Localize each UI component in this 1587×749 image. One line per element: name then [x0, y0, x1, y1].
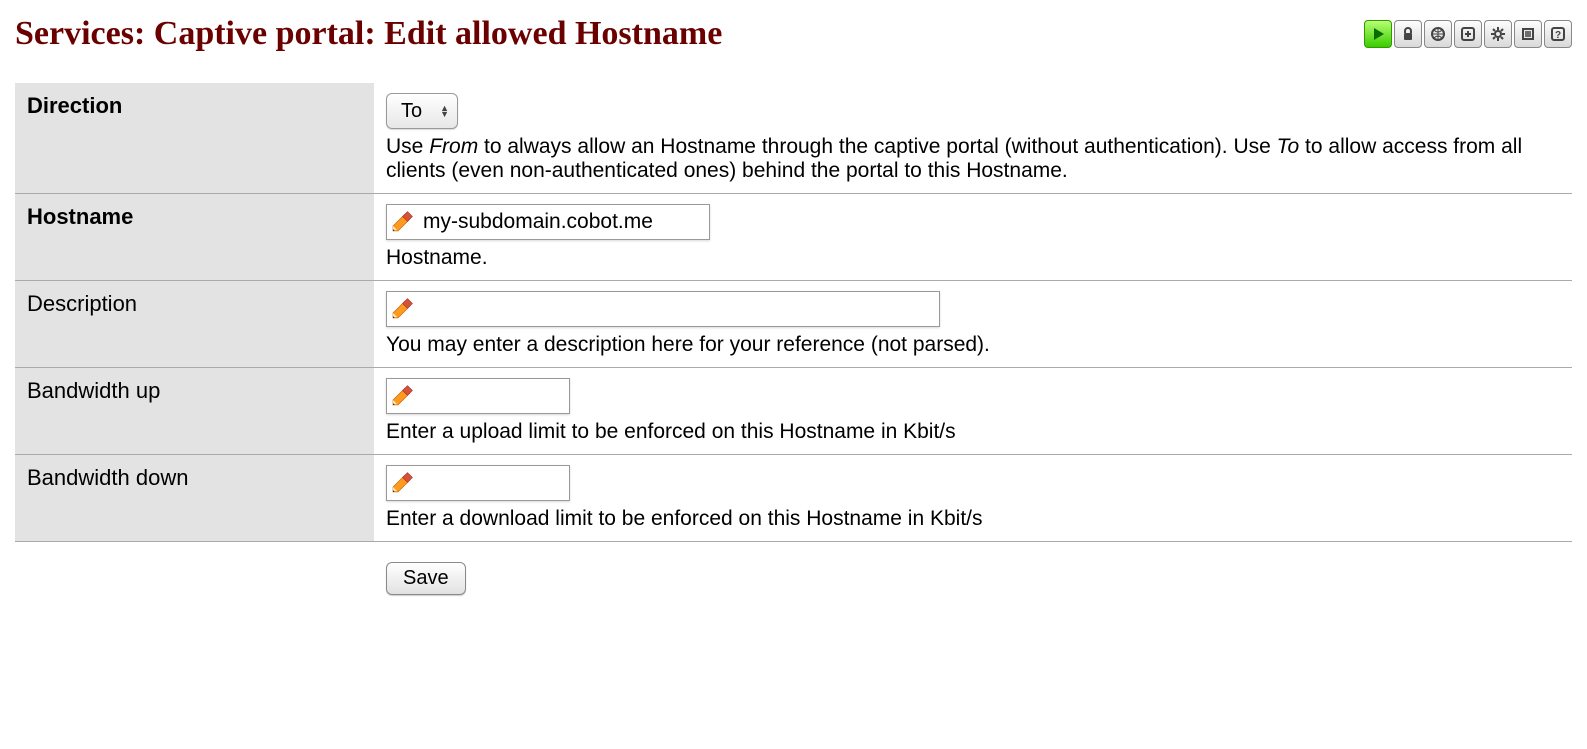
play-icon[interactable] — [1364, 20, 1392, 48]
bandwidth-down-input-wrap — [386, 465, 570, 501]
bandwidth-up-label: Bandwidth up — [15, 368, 374, 455]
help-icon[interactable]: ? — [1544, 20, 1572, 48]
direction-help: Use From to always allow an Hostname thr… — [386, 135, 1560, 183]
pencil-icon — [387, 207, 417, 237]
bandwidth-up-help: Enter a upload limit to be enforced on t… — [386, 420, 1560, 444]
toolbar-icons: ? — [1364, 20, 1572, 48]
list-icon[interactable] — [1514, 20, 1542, 48]
hostname-input-wrap — [386, 204, 710, 240]
add-icon[interactable] — [1454, 20, 1482, 48]
direction-label: Direction — [15, 83, 374, 194]
hostname-label: Hostname — [15, 194, 374, 281]
pencil-icon — [387, 468, 417, 498]
direction-selected-value: To — [401, 100, 422, 123]
form-table: Direction To ▲▼ Use From to always allow… — [15, 83, 1572, 605]
bandwidth-down-label: Bandwidth down — [15, 455, 374, 542]
hostname-input[interactable] — [417, 207, 709, 237]
hostname-help: Hostname. — [386, 246, 1560, 270]
lock-icon[interactable] — [1394, 20, 1422, 48]
description-label: Description — [15, 281, 374, 368]
bandwidth-down-help: Enter a download limit to be enforced on… — [386, 507, 1560, 531]
description-input-wrap — [386, 291, 940, 327]
save-button[interactable]: Save — [386, 562, 466, 595]
bandwidth-up-input-wrap — [386, 378, 570, 414]
bandwidth-down-input[interactable] — [417, 468, 569, 498]
globe-icon[interactable] — [1424, 20, 1452, 48]
select-arrows-icon: ▲▼ — [440, 105, 449, 117]
page-title: Services: Captive portal: Edit allowed H… — [15, 15, 722, 53]
direction-select[interactable]: To ▲▼ — [386, 93, 458, 129]
bandwidth-up-input[interactable] — [417, 381, 569, 411]
pencil-icon — [387, 294, 417, 324]
description-input[interactable] — [417, 294, 939, 324]
description-help: You may enter a description here for you… — [386, 333, 1560, 357]
empty-cell — [15, 542, 374, 606]
pencil-icon — [387, 381, 417, 411]
gear-icon[interactable] — [1484, 20, 1512, 48]
svg-text:?: ? — [1555, 30, 1561, 41]
